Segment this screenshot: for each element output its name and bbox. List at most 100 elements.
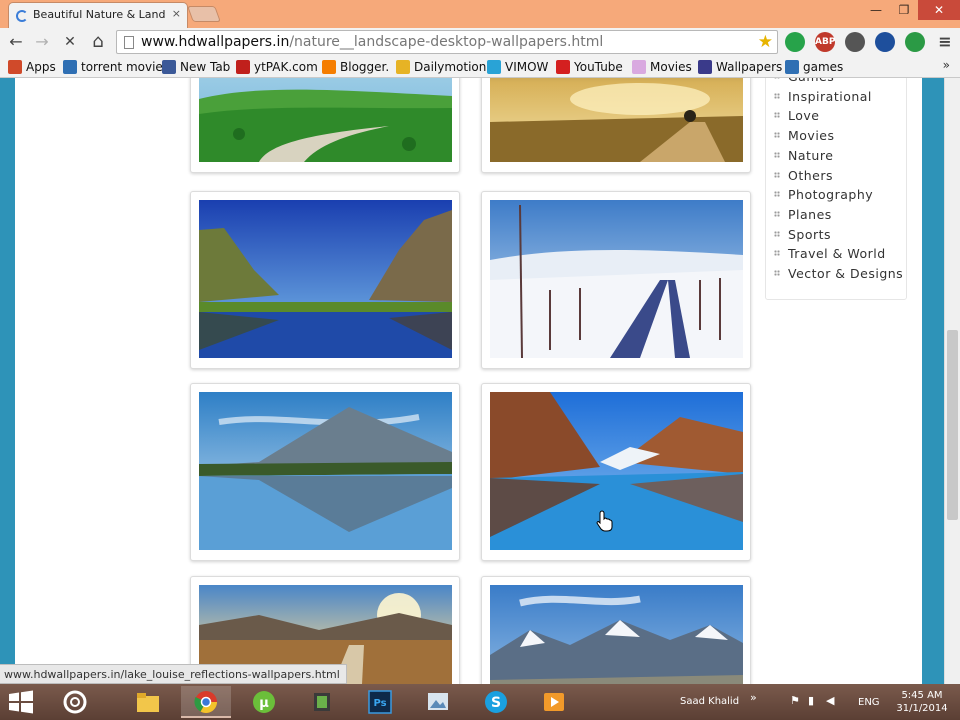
bookmark-torrent-movie[interactable]: torrent movie <box>63 59 163 75</box>
wallpaper-card[interactable] <box>481 191 751 369</box>
back-button[interactable]: ← <box>6 32 26 52</box>
bookmark-label: Movies <box>650 60 692 74</box>
link-status-bar: www.hdwallpapers.in/lake_louise_reflecti… <box>0 664 347 684</box>
bookmark-favicon-icon <box>63 60 77 74</box>
bookmark-vimow[interactable]: VIMOW <box>487 59 548 75</box>
browser-toolbar: ← → ✕ ⌂ www.hdwallpapers.in/nature__land… <box>0 28 960 56</box>
bookmark-movies[interactable]: Movies <box>632 59 692 75</box>
restore-button[interactable]: ❐ <box>890 0 918 20</box>
grip-dots-icon <box>774 78 780 79</box>
tray-time: 5:45 AM <box>901 690 943 701</box>
stop-button[interactable]: ✕ <box>60 32 80 52</box>
image-icon <box>428 693 448 710</box>
category-link-others[interactable]: Others <box>774 168 833 183</box>
tray-date: 31/1/2014 <box>896 703 948 714</box>
bookmark-favicon-icon <box>785 60 799 74</box>
bookmark-label: torrent movie <box>81 60 163 74</box>
tab-close-icon[interactable]: × <box>172 7 181 20</box>
browser-tab[interactable]: Beautiful Nature & Landscape × <box>8 2 188 28</box>
wallpaper-thumbnail-golden-field[interactable] <box>490 78 743 162</box>
forward-button[interactable]: → <box>32 32 52 52</box>
volume-icon[interactable]: ◀ <box>826 695 838 707</box>
extension-icon[interactable] <box>845 32 865 52</box>
bookmark-blogger[interactable]: Blogger. <box>322 59 389 75</box>
tray-language[interactable]: ENG <box>858 697 880 708</box>
taskbar-app-photoshop[interactable]: Ps <box>355 686 405 718</box>
bookmark-apps[interactable]: Apps <box>8 59 56 75</box>
media-player-icon <box>544 693 564 711</box>
taskbar-app-video-tool[interactable] <box>297 686 347 718</box>
network-icon[interactable]: ▮ <box>808 695 820 707</box>
bookmark-favicon-icon <box>632 60 646 74</box>
category-link-vector-designs[interactable]: Vector & Designs <box>774 266 903 281</box>
wallpaper-thumbnail-mountain-lake[interactable] <box>199 200 452 358</box>
close-window-button[interactable]: ✕ <box>918 0 960 20</box>
extension-icon[interactable] <box>905 32 925 52</box>
extension-icon[interactable] <box>875 32 895 52</box>
wallpaper-card[interactable] <box>190 78 460 173</box>
category-link-travel-world[interactable]: Travel & World <box>774 246 886 261</box>
bookmark-ytpak-com[interactable]: ytPAK.com <box>236 59 318 75</box>
wallpaper-thumbnail-snowy-vineyard[interactable] <box>490 200 743 358</box>
windows-start-icon[interactable] <box>8 690 34 714</box>
wallpaper-thumbnail-lake-louise[interactable] <box>490 392 743 550</box>
taskbar-app-image-viewer[interactable] <box>413 686 463 718</box>
url-domain: www.hdwallpapers.in <box>141 34 290 50</box>
extension-icon[interactable]: ABP <box>815 32 835 52</box>
bookmark-new-tab[interactable]: New Tab <box>162 59 230 75</box>
extension-icon[interactable] <box>785 32 805 52</box>
wallpaper-card-hovered[interactable] <box>481 383 751 561</box>
taskbar-app-file-explorer[interactable] <box>123 686 173 718</box>
window-controls: — ❐ ✕ <box>862 0 960 22</box>
hand-cursor-icon <box>596 510 613 532</box>
minimize-button[interactable]: — <box>862 0 890 20</box>
category-label: Inspirational <box>788 88 872 104</box>
wallpaper-card[interactable] <box>190 383 460 561</box>
category-link-photography[interactable]: Photography <box>774 187 873 202</box>
scrollbar-thumb[interactable] <box>947 330 958 520</box>
bookmark-favicon-icon <box>162 60 176 74</box>
flag-icon[interactable]: ⚑ <box>790 695 802 707</box>
bookmark-wallpapers[interactable]: Wallpapers <box>698 59 782 75</box>
category-link-love[interactable]: Love <box>774 108 819 123</box>
wallpaper-card[interactable] <box>481 576 751 684</box>
taskbar-app-skype[interactable]: S <box>471 686 521 718</box>
bookmark-favicon-icon <box>236 60 250 74</box>
bookmarks-overflow-chevron-icon[interactable]: » <box>943 58 950 72</box>
wallpaper-thumbnail-snowy-mountains[interactable] <box>490 585 743 684</box>
page-right-border <box>922 78 944 684</box>
taskbar-app-chrome[interactable] <box>181 686 231 718</box>
tray-clock[interactable]: 5:45 AM 31/1/2014 <box>894 689 950 715</box>
category-link-sports[interactable]: Sports <box>774 227 831 242</box>
category-link-planes[interactable]: Planes <box>774 207 832 222</box>
bookmark-favicon-icon <box>698 60 712 74</box>
tray-overflow-chevron-icon[interactable]: » <box>750 692 762 704</box>
bookmark-star-icon[interactable]: ★ <box>758 32 773 52</box>
category-link-movies[interactable]: Movies <box>774 128 835 143</box>
page-scrollbar[interactable] <box>944 78 960 684</box>
category-link-games[interactable]: Games <box>774 78 834 84</box>
taskbar-app-opera[interactable] <box>50 686 100 718</box>
taskbar-app-utorrent[interactable]: µ <box>239 686 289 718</box>
wallpaper-thumbnail-lake-reflection[interactable] <box>199 392 452 550</box>
chrome-menu-icon[interactable]: ≡ <box>935 32 955 52</box>
taskbar-app-media-player[interactable] <box>529 686 579 718</box>
category-link-nature[interactable]: Nature <box>774 148 833 163</box>
wallpaper-thumbnail-green-valley[interactable] <box>199 78 452 162</box>
category-label: Vector & Designs <box>788 266 904 281</box>
category-label: Games <box>788 78 834 84</box>
home-button[interactable]: ⌂ <box>88 32 108 52</box>
new-tab-button[interactable] <box>187 6 221 22</box>
wallpaper-card[interactable] <box>190 191 460 369</box>
bookmark-dailymotion[interactable]: Dailymotion <box>396 59 486 75</box>
bookmarks-bar: Apps torrent movie New Tab ytPAK.com Blogger… <box>0 56 960 78</box>
tray-user-name[interactable]: Saad Khalid <box>680 696 739 707</box>
wallpaper-card[interactable] <box>481 78 751 173</box>
bookmark-label: games <box>803 60 844 74</box>
bookmark-youtube[interactable]: YouTube <box>556 59 623 75</box>
address-bar[interactable]: www.hdwallpapers.in/nature__landscape-de… <box>116 30 778 54</box>
bookmark-games[interactable]: games <box>785 59 843 75</box>
category-label: Photography <box>788 187 874 203</box>
category-link-inspirational[interactable]: Inspirational <box>774 89 872 104</box>
bookmark-label: Blogger. <box>340 60 390 74</box>
